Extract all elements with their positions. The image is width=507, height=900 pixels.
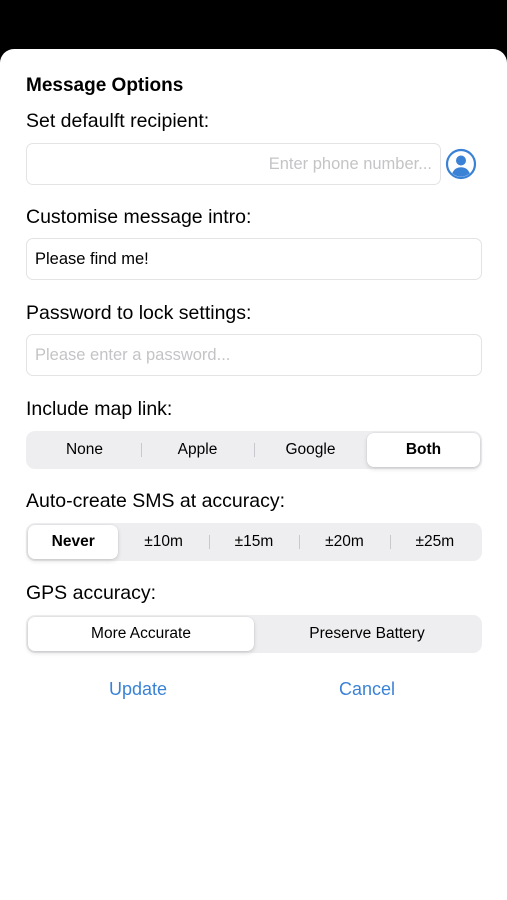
auto-sms-segmented-control: Never ±10m ±15m ±20m ±25m [26,523,482,561]
auto-sms-option-10m[interactable]: ±10m [118,525,208,559]
gps-accuracy-label: GPS accuracy: [26,582,157,604]
auto-sms-option-15m[interactable]: ±15m [208,525,299,559]
map-link-option-none[interactable]: None [28,433,141,467]
map-link-segmented-control: None Apple Google Both [26,431,482,469]
update-button[interactable]: Update [109,679,167,700]
message-options-sheet: Message Options Set defaulft recipient: … [0,49,507,900]
auto-sms-label: Auto-create SMS at accuracy: [26,490,286,512]
auto-sms-option-25m[interactable]: ±25m [389,525,480,559]
sheet-title: Message Options [26,75,184,96]
gps-option-preserve-battery[interactable]: Preserve Battery [254,617,480,651]
phone-number-input[interactable] [26,143,441,185]
password-input[interactable] [26,334,482,376]
message-intro-input[interactable] [26,238,482,280]
contact-picker-button[interactable] [445,148,477,180]
gps-option-more-accurate[interactable]: More Accurate [28,617,254,651]
password-label: Password to lock settings: [26,302,252,324]
auto-sms-option-never[interactable]: Never [28,525,119,559]
map-link-option-apple[interactable]: Apple [141,433,254,467]
person-circle-icon [445,148,477,180]
map-link-label: Include map link: [26,398,173,420]
recipient-label: Set defaulft recipient: [26,110,210,132]
map-link-option-google[interactable]: Google [254,433,367,467]
gps-accuracy-segmented-control: More Accurate Preserve Battery [26,615,482,653]
intro-label: Customise message intro: [26,206,252,228]
cancel-button[interactable]: Cancel [339,679,395,700]
map-link-option-both[interactable]: Both [367,433,480,467]
auto-sms-option-20m[interactable]: ±20m [299,525,389,559]
